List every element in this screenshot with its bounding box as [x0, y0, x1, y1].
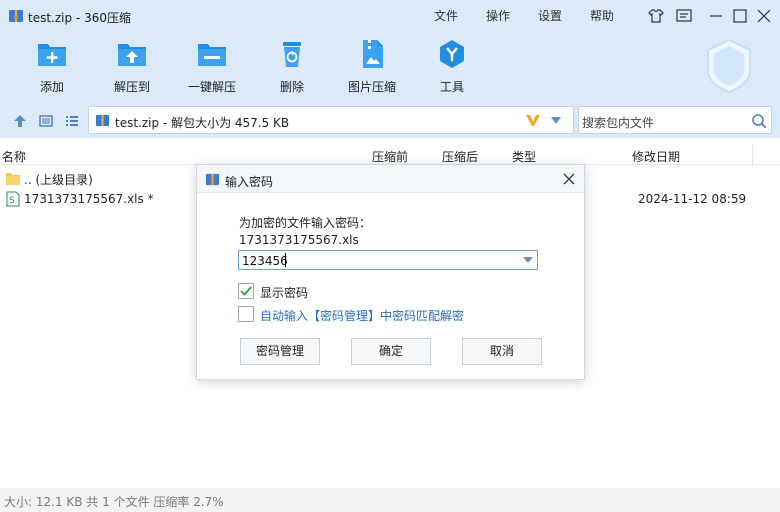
password-input[interactable]: 123456 [238, 250, 538, 270]
file-name: .. (上级目录) [24, 173, 93, 187]
navigation-row: test.zip - 解包大小为 457.5 KB 搜索包内文件 [0, 106, 780, 136]
column-name[interactable]: 名称 [2, 148, 26, 165]
spreadsheet-icon: S [6, 191, 20, 207]
status-text: 大小: 12.1 KB 共 1 个文件 压缩率 2.7% [4, 495, 224, 509]
up-arrow-icon[interactable] [12, 113, 28, 129]
skin-icon[interactable] [646, 6, 666, 26]
password-manager-button[interactable]: 密码管理 [240, 338, 320, 365]
search-input[interactable]: 搜索包内文件 [582, 114, 654, 131]
search-icon[interactable] [751, 113, 767, 129]
password-dialog: 输入密码 为加密的文件输入密码： 1731373175567.xls 12345… [196, 164, 585, 380]
add-icon [38, 44, 66, 66]
tools-button[interactable]: 工具 [414, 38, 490, 96]
one-click-extract-button[interactable]: 一键解压 [174, 38, 250, 96]
show-password-label[interactable]: 显示密码 [260, 284, 308, 301]
dialog-title: 输入密码 [225, 175, 274, 189]
menu-file[interactable]: 文件 [434, 7, 458, 24]
security-shield-icon[interactable] [704, 38, 754, 94]
chevron-down-icon[interactable] [523, 257, 533, 264]
menu-help[interactable]: 帮助 [590, 7, 614, 24]
column-modified-date[interactable]: 修改日期 [632, 148, 680, 165]
close-icon[interactable] [754, 6, 774, 26]
password-value: 123456 [242, 254, 288, 268]
column-original-size[interactable]: 压缩前 [372, 148, 408, 165]
tools-label: 工具 [439, 80, 464, 94]
menu-operation[interactable]: 操作 [486, 7, 510, 24]
toolbar: 添加 解压到 一键解压 删除 图片压缩 工具 [0, 38, 560, 98]
one-click-extract-label: 一键解压 [187, 80, 236, 94]
delete-button[interactable]: 删除 [254, 38, 330, 96]
thumbnail-view-icon[interactable] [38, 113, 54, 129]
zip-app-icon [205, 173, 220, 186]
zip-app-icon [9, 10, 23, 22]
column-divider [752, 143, 753, 165]
feedback-icon[interactable] [674, 6, 694, 26]
tools-icon [440, 40, 464, 68]
zip-file-icon [95, 114, 110, 127]
trash-icon [283, 42, 301, 67]
auto-input-label[interactable]: 自动输入【密码管理】中密码匹配解密 [260, 307, 464, 324]
password-prompt: 为加密的文件输入密码： [239, 216, 372, 230]
status-bar: 大小: 12.1 KB 共 1 个文件 压缩率 2.7% [0, 488, 780, 512]
maximize-icon[interactable] [730, 6, 750, 26]
list-view-icon[interactable] [64, 113, 80, 129]
list-header: 名称 压缩前 压缩后 类型 修改日期 [0, 143, 780, 165]
add-button[interactable]: 添加 [14, 38, 90, 96]
one-click-extract-icon [198, 44, 226, 66]
vip-v-icon[interactable] [525, 112, 541, 128]
menu-settings[interactable]: 设置 [538, 7, 562, 24]
check-icon [240, 286, 252, 296]
extract-to-label: 解压到 [113, 80, 150, 94]
minimize-icon[interactable] [706, 6, 726, 26]
search-box[interactable]: 搜索包内文件 [578, 106, 772, 134]
path-text: test.zip - 解包大小为 457.5 KB [115, 116, 290, 130]
column-compressed-size[interactable]: 压缩后 [442, 148, 478, 165]
app-chrome: test.zip - 360压缩 文件 操作 设置 帮助 添加 解压到 一键解压… [0, 0, 780, 138]
image-compress-icon [363, 40, 383, 68]
add-label: 添加 [39, 80, 64, 94]
column-type[interactable]: 类型 [512, 148, 536, 165]
folder-icon [6, 173, 20, 185]
file-name: 1731373175567.xls * [24, 192, 154, 206]
chevron-down-icon[interactable] [551, 117, 561, 125]
extract-to-button[interactable]: 解压到 [94, 38, 170, 96]
dialog-close-icon[interactable] [561, 171, 577, 187]
path-bar[interactable]: test.zip - 解包大小为 457.5 KB [88, 106, 574, 134]
delete-label: 删除 [279, 80, 304, 94]
extract-to-icon [118, 44, 146, 66]
cancel-button[interactable]: 取消 [462, 338, 542, 365]
show-password-checkbox[interactable] [238, 283, 254, 299]
title-bar: test.zip - 360压缩 文件 操作 设置 帮助 [0, 0, 780, 32]
auto-input-checkbox[interactable] [238, 306, 254, 322]
image-compress-button[interactable]: 图片压缩 [334, 38, 410, 96]
image-compress-label: 图片压缩 [347, 80, 396, 94]
file-modified-date: 2024-11-12 08:59 [638, 192, 747, 206]
svg-text:S: S [9, 196, 15, 206]
window-title: test.zip - 360压缩 [28, 11, 131, 25]
dialog-title-bar: 输入密码 [197, 165, 584, 193]
ok-button[interactable]: 确定 [351, 338, 431, 365]
encrypted-file-name: 1731373175567.xls [239, 233, 359, 247]
text-caret [285, 253, 286, 267]
